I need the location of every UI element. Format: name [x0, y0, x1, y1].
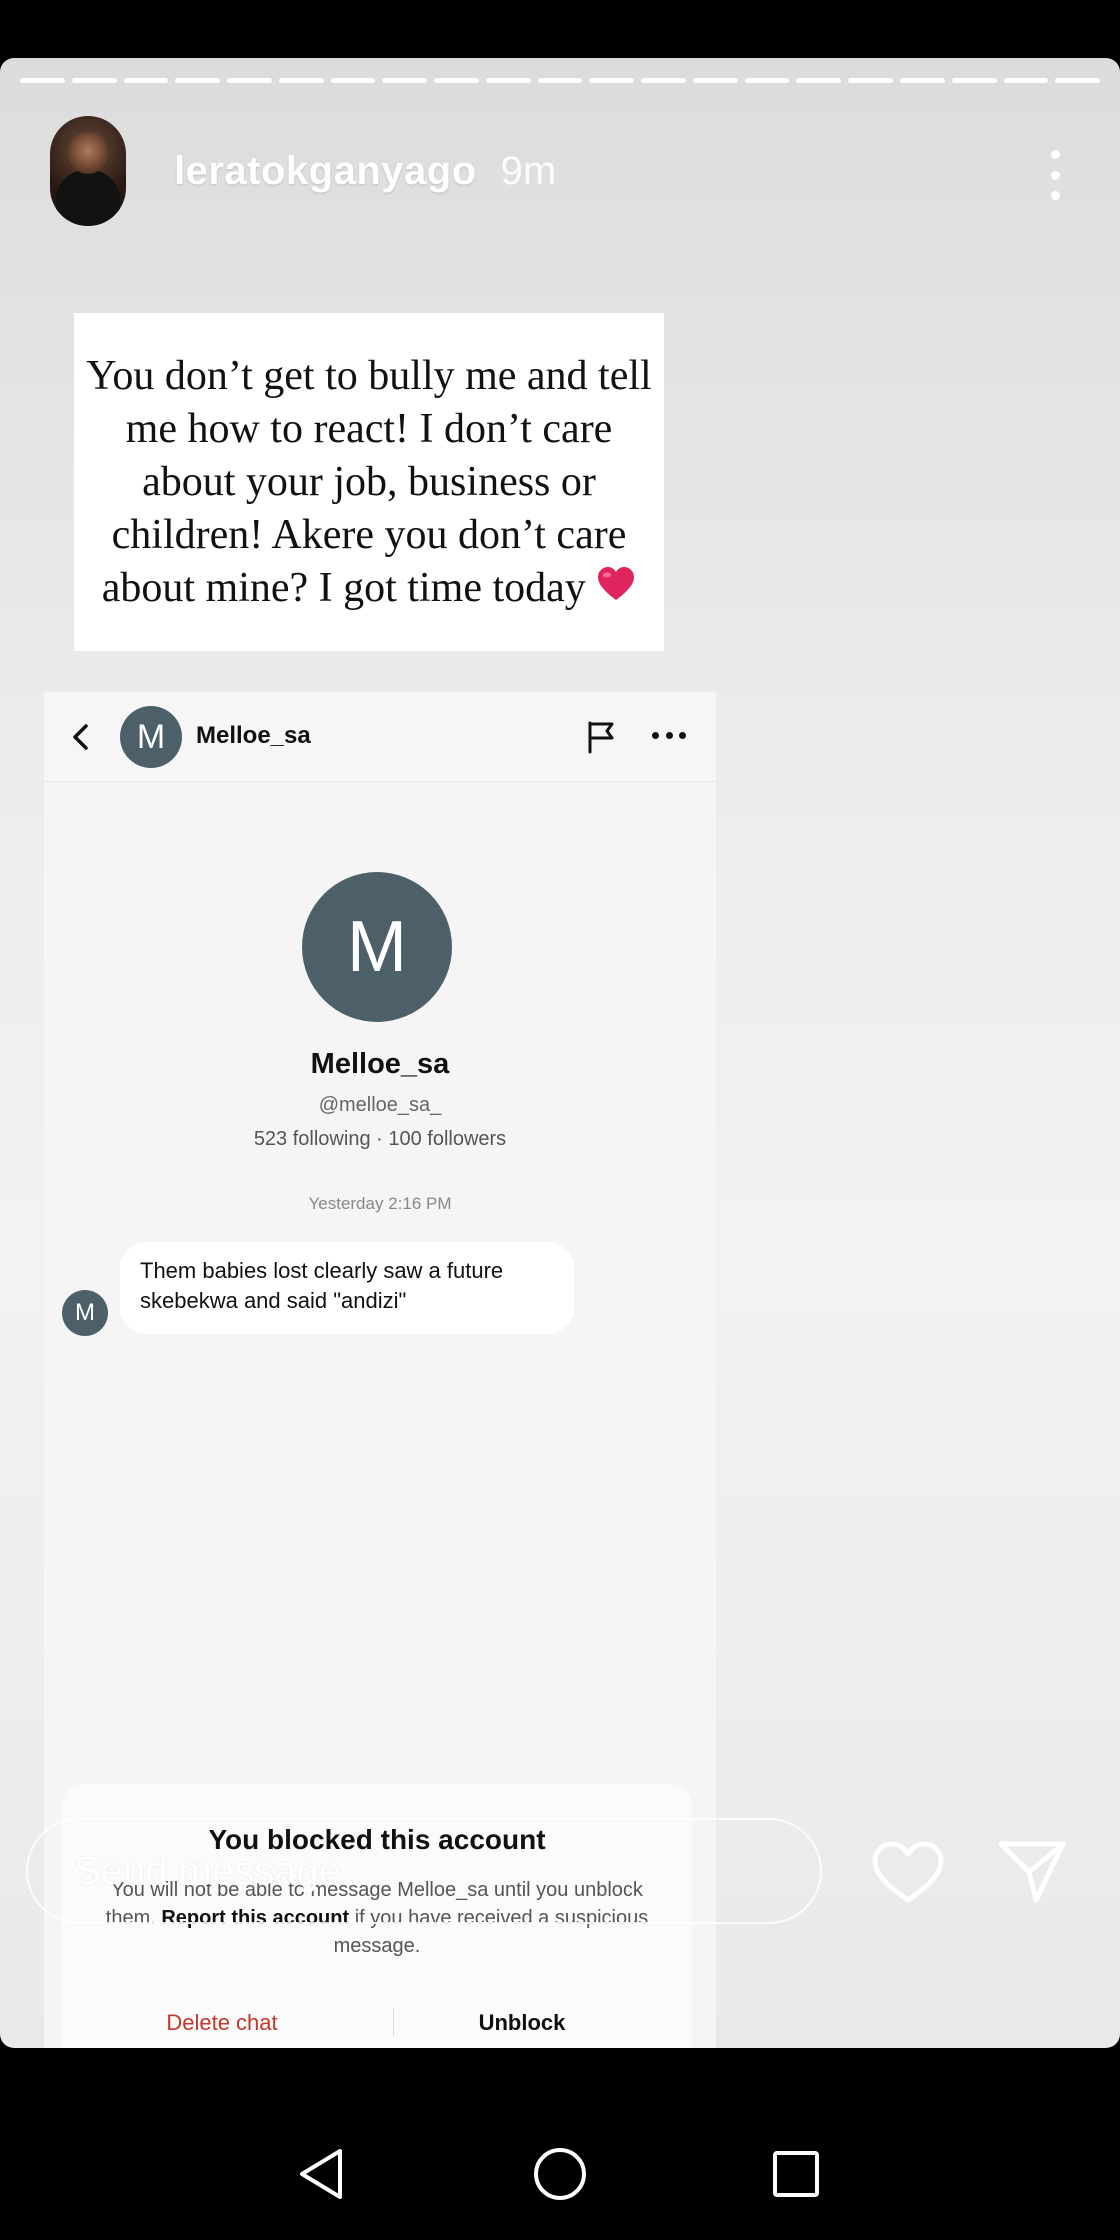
dm-handle: @melloe_sa_	[318, 1094, 442, 1116]
progress-segment	[900, 78, 945, 83]
progress-segment	[175, 78, 221, 83]
android-nav-bar	[0, 2048, 1120, 2240]
heart-icon[interactable]	[870, 1840, 946, 1906]
back-chevron-icon	[73, 724, 88, 750]
dm-header-avatar: M	[120, 706, 182, 768]
story-card[interactable]: leratokganyago 9m You don’t get to bully…	[0, 58, 1120, 2048]
progress-segment	[796, 78, 842, 83]
blocked-actions: Delete chat Unblock	[62, 2008, 692, 2048]
progress-segment	[692, 78, 738, 83]
story-progress-bar	[20, 78, 1101, 84]
progress-segment	[71, 78, 117, 83]
progress-segment	[951, 78, 997, 83]
dm-message-timestamp: Yesterday 2:16 PM	[308, 1194, 452, 1213]
heart-emoji-icon	[598, 566, 635, 600]
progress-segment	[1055, 78, 1101, 83]
progress-segment	[1003, 78, 1049, 83]
screen: leratokganyago 9m You don’t get to bully…	[0, 0, 1120, 2240]
dm-display-name: Melloe_sa	[310, 1048, 450, 1080]
progress-segment	[330, 78, 376, 83]
progress-segment	[848, 78, 894, 83]
progress-segment	[589, 78, 635, 83]
progress-segment	[744, 78, 790, 83]
delete-chat-button: Delete chat	[166, 2010, 278, 2035]
story-author-avatar[interactable]	[50, 116, 126, 226]
message-sender-avatar: M	[62, 1290, 108, 1336]
progress-segment	[123, 78, 169, 83]
dm-follow-stats: 523 following · 100 followers	[253, 1128, 507, 1150]
action-divider	[393, 2008, 394, 2036]
progress-segment	[278, 78, 324, 83]
story-caption-box: You don’t get to bully me and tell me ho…	[74, 313, 664, 651]
send-icon[interactable]	[996, 1836, 1068, 1906]
progress-segment	[382, 78, 428, 83]
unblock-button: Unblock	[478, 2010, 566, 2035]
send-message-placeholder: Send message	[74, 1848, 341, 1893]
send-message-input[interactable]: Send message	[26, 1818, 822, 1924]
flag-icon	[588, 721, 614, 754]
progress-segment	[20, 78, 65, 83]
nav-home-icon[interactable]	[532, 2146, 588, 2202]
dm-header-name: Melloe_sa	[196, 722, 311, 749]
message-bubble: Them babies lost clearly saw a future sk…	[120, 1242, 574, 1334]
progress-segment	[537, 78, 583, 83]
progress-segment	[434, 78, 479, 83]
story-caption-text: You don’t get to bully me and tell me ho…	[86, 352, 652, 611]
progress-segment	[641, 78, 686, 83]
story-time-ago: 9m	[500, 148, 557, 193]
nav-recents-icon[interactable]	[772, 2150, 820, 2198]
progress-segment	[227, 78, 272, 83]
more-horizontal-icon	[652, 732, 686, 742]
story-username[interactable]: leratokganyago	[174, 149, 477, 194]
story-header: leratokganyago 9m	[50, 116, 1070, 226]
dm-profile-avatar: M	[302, 872, 452, 1022]
nav-back-icon[interactable]	[296, 2146, 346, 2202]
more-vertical-icon[interactable]	[1040, 150, 1070, 200]
progress-segment	[485, 78, 531, 83]
dm-header: M Melloe_sa	[44, 692, 716, 782]
story-caption: You don’t get to bully me and tell me ho…	[86, 350, 652, 615]
